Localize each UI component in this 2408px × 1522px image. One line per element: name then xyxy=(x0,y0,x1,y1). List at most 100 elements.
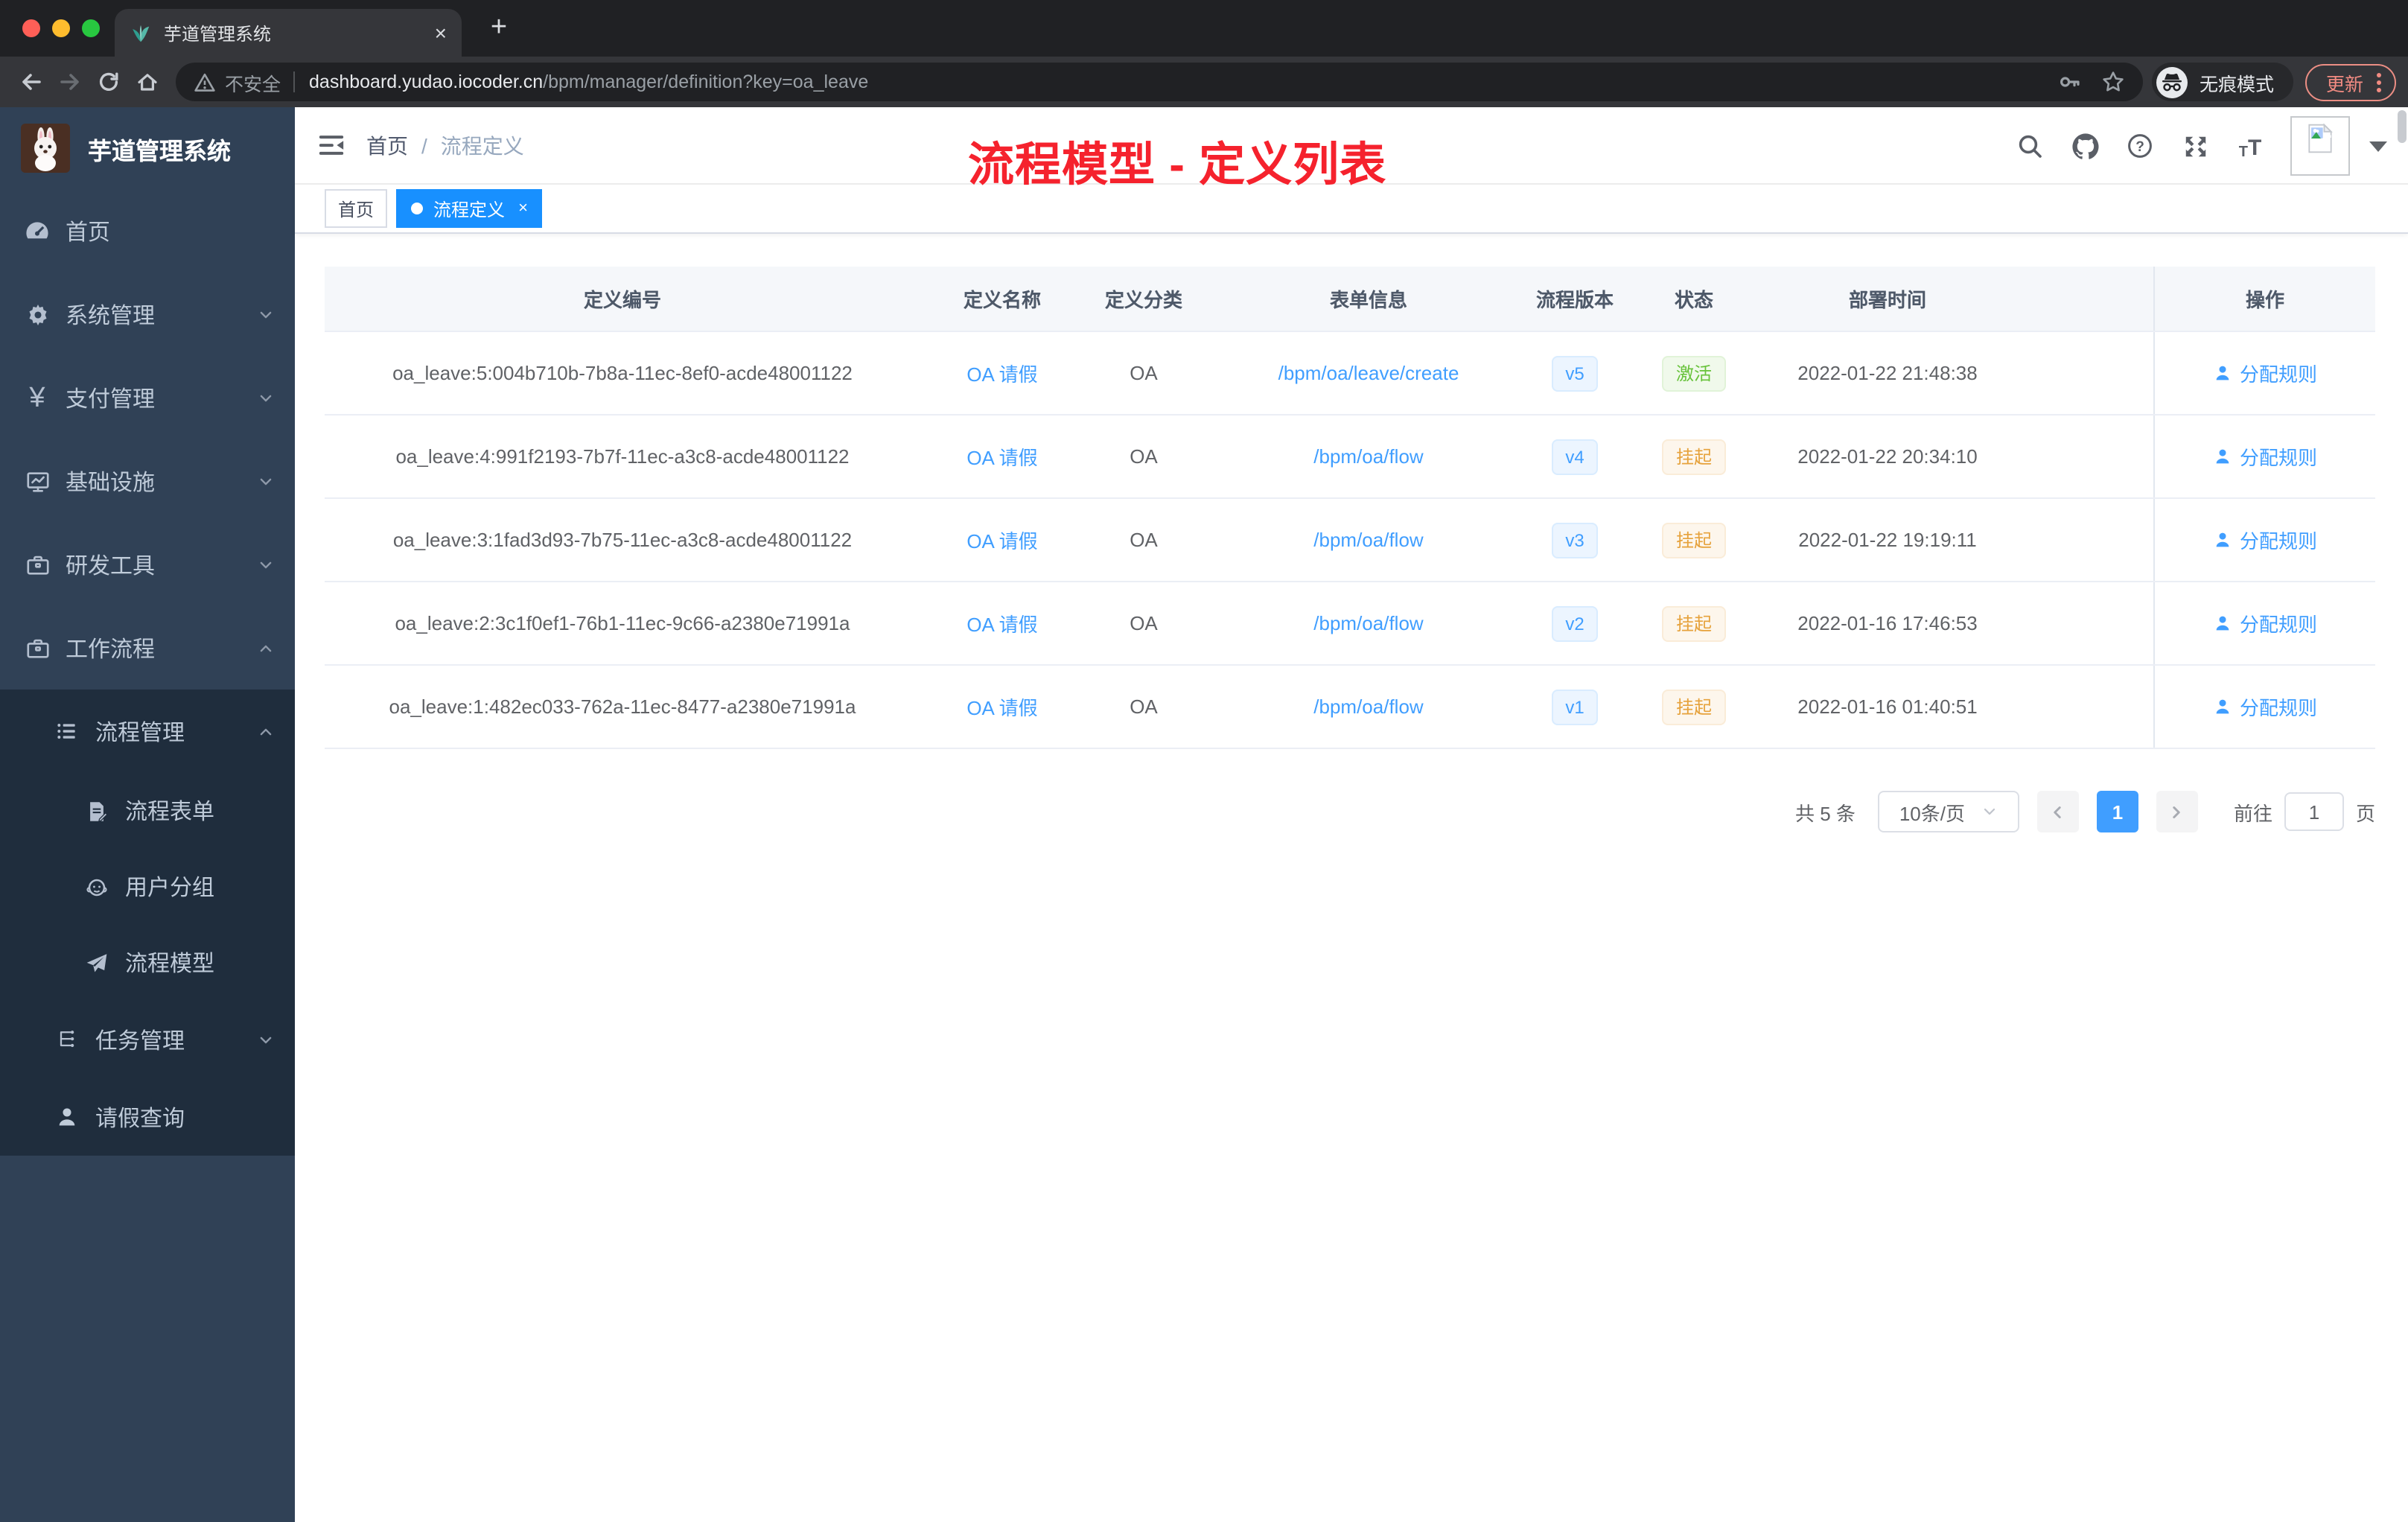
definition-id: oa_leave:5:004b710b-7b8a-11ec-8ef0-acde4… xyxy=(392,362,853,384)
definition-category: OA xyxy=(1130,362,1158,384)
home-icon[interactable] xyxy=(128,63,167,101)
deploy-time: 2022-01-22 19:19:11 xyxy=(1798,529,1977,551)
definition-name-link[interactable]: OA 请假 xyxy=(966,447,1037,469)
workflow-submenu: 流程管理 流程表单 用户分组 流程模型 任务管理 请假查询 xyxy=(0,690,295,1156)
app-title: 芋道管理系统 xyxy=(88,139,232,165)
assign-rule-button[interactable]: 分配规则 xyxy=(2213,442,2317,471)
sidebar-item-workflow[interactable]: 工作流程 xyxy=(0,606,295,690)
sidebar-item-devtools[interactable]: 研发工具 xyxy=(0,523,295,606)
definition-id: oa_leave:2:3c1f0ef1-76b1-11ec-9c66-a2380… xyxy=(395,612,850,634)
sidebar-item-task-mgmt[interactable]: 任务管理 xyxy=(0,1001,295,1078)
security-label[interactable]: 不安全 xyxy=(225,68,281,96)
column-header: 流程版本 xyxy=(1535,289,1614,311)
reload-icon[interactable] xyxy=(89,63,128,101)
window-close-button[interactable] xyxy=(22,19,40,37)
browser-tab[interactable]: 芋道管理系统 × xyxy=(115,9,462,57)
column-header: 定义分类 xyxy=(1104,289,1182,311)
main-area: 流程模型 - 定义列表 首页 / 流程定义 ? T T 首页 流程定义 × 定义… xyxy=(295,107,2408,1522)
monitor-icon xyxy=(24,468,51,494)
sidebar-item-process-model[interactable]: 流程模型 xyxy=(0,925,295,1001)
page-size-select[interactable]: 10条/页 xyxy=(1877,791,2019,832)
sidebar-item-user-group[interactable]: 用户分组 xyxy=(0,849,295,925)
search-icon[interactable] xyxy=(2015,131,2045,161)
definition-category: OA xyxy=(1130,612,1158,634)
fullscreen-icon[interactable] xyxy=(2180,131,2210,161)
breadcrumb-home[interactable]: 首页 xyxy=(366,130,408,160)
paper-plane-icon xyxy=(83,949,110,976)
definition-name-link[interactable]: OA 请假 xyxy=(966,614,1037,636)
browser-update-button[interactable]: 更新 xyxy=(2305,63,2396,101)
status-badge: 挂起 xyxy=(1662,439,1725,474)
new-tab-button[interactable]: + xyxy=(482,12,515,45)
github-icon[interactable] xyxy=(2070,131,2100,161)
sidebar-logo[interactable]: 芋道管理系统 xyxy=(0,107,295,189)
sidebar-item-process-form[interactable]: 流程表单 xyxy=(0,773,295,849)
forward-icon[interactable] xyxy=(51,63,89,101)
avatar[interactable] xyxy=(2290,116,2350,176)
page-unit-label: 页 xyxy=(2355,802,2375,824)
page-number-button[interactable]: 1 xyxy=(2096,791,2138,832)
definition-id: oa_leave:1:482ec033-762a-11ec-8477-a2380… xyxy=(389,695,856,718)
key-icon[interactable] xyxy=(2058,70,2082,94)
sidebar-item-label: 流程管理 xyxy=(95,720,185,745)
yen-icon: ¥ xyxy=(29,382,45,413)
sidebar-item-label: 系统管理 xyxy=(66,303,156,328)
form-link[interactable]: /bpm/oa/flow xyxy=(1313,695,1423,718)
bookmark-star-icon[interactable] xyxy=(2101,70,2125,94)
sidebar-item-home[interactable]: 首页 xyxy=(0,189,295,273)
window-minimize-button[interactable] xyxy=(52,19,70,37)
sidebar-item-payment[interactable]: ¥ 支付管理 xyxy=(0,356,295,439)
sidebar-toggle-icon[interactable] xyxy=(295,107,366,183)
avatar-dropdown-icon[interactable] xyxy=(2369,141,2387,151)
assign-rule-button[interactable]: 分配规则 xyxy=(2213,359,2317,387)
goto-page-input[interactable] xyxy=(2284,792,2344,831)
browser-menu-icon[interactable] xyxy=(2377,72,2381,92)
annotation-title: 流程模型 - 定义列表 xyxy=(968,138,1387,191)
window-zoom-button[interactable] xyxy=(82,19,100,37)
sidebar-item-process-mgmt[interactable]: 流程管理 xyxy=(0,690,295,773)
prev-page-button[interactable] xyxy=(2036,791,2079,832)
address-bar[interactable]: 不安全 dashboard.yudao.iocoder.cn/bpm/manag… xyxy=(176,63,2143,101)
sidebar-item-label: 首页 xyxy=(66,220,111,245)
sidebar-item-label: 基础设施 xyxy=(66,470,156,495)
definition-name-link[interactable]: OA 请假 xyxy=(966,363,1037,386)
form-link[interactable]: /bpm/oa/flow xyxy=(1313,445,1423,468)
assign-rule-button[interactable]: 分配规则 xyxy=(2213,526,2317,554)
definition-name-link[interactable]: OA 请假 xyxy=(966,697,1037,719)
version-badge: v2 xyxy=(1552,605,1598,641)
assign-rule-button[interactable]: 分配规则 xyxy=(2213,692,2317,721)
sidebar-item-leave-query[interactable]: 请假查询 xyxy=(0,1078,295,1156)
form-link[interactable]: /bpm/oa/leave/create xyxy=(1278,362,1459,384)
tag-close-icon[interactable]: × xyxy=(518,200,528,217)
next-page-button[interactable] xyxy=(2156,791,2198,832)
font-size-icon[interactable]: TT xyxy=(2235,131,2265,161)
form-link[interactable]: /bpm/oa/flow xyxy=(1313,612,1423,634)
back-icon[interactable] xyxy=(12,63,51,101)
column-header: 定义编号 xyxy=(583,289,661,311)
tab-strip: 芋道管理系统 × + xyxy=(0,0,2408,57)
security-warning-icon[interactable] xyxy=(194,71,216,93)
sidebar-item-system[interactable]: 系统管理 xyxy=(0,273,295,356)
sidebar: 芋道管理系统 首页 系统管理 ¥ 支付管理 基础设施 研发工具 工作流程 流程管… xyxy=(0,107,295,1522)
svg-text:?: ? xyxy=(2135,139,2144,155)
deploy-time: 2022-01-16 01:40:51 xyxy=(1797,695,1978,718)
help-icon[interactable]: ? xyxy=(2125,131,2155,161)
tag-process-definition[interactable]: 流程定义 × xyxy=(396,189,543,228)
assign-rule-label: 分配规则 xyxy=(2239,614,2317,636)
table-row: oa_leave:3:1fad3d93-7b75-11ec-a3c8-acde4… xyxy=(325,499,2375,582)
sidebar-item-infra[interactable]: 基础设施 xyxy=(0,439,295,523)
browser-toolbar: 不安全 dashboard.yudao.iocoder.cn/bpm/manag… xyxy=(0,57,2408,107)
status-badge: 挂起 xyxy=(1662,689,1725,725)
url-divider xyxy=(293,71,295,92)
form-link[interactable]: /bpm/oa/flow xyxy=(1313,529,1423,551)
assign-rule-button[interactable]: 分配规则 xyxy=(2213,609,2317,637)
tag-label: 流程定义 xyxy=(433,199,506,220)
tab-title: 芋道管理系统 xyxy=(164,23,272,44)
tab-close-icon[interactable]: × xyxy=(435,22,447,43)
chevron-down-icon xyxy=(258,1031,274,1048)
tag-home[interactable]: 首页 xyxy=(325,189,388,228)
form-edit-icon xyxy=(83,797,110,824)
page-scrollbar[interactable] xyxy=(2396,107,2408,1522)
column-header: 部署时间 xyxy=(1848,289,1926,311)
definition-name-link[interactable]: OA 请假 xyxy=(966,530,1037,553)
